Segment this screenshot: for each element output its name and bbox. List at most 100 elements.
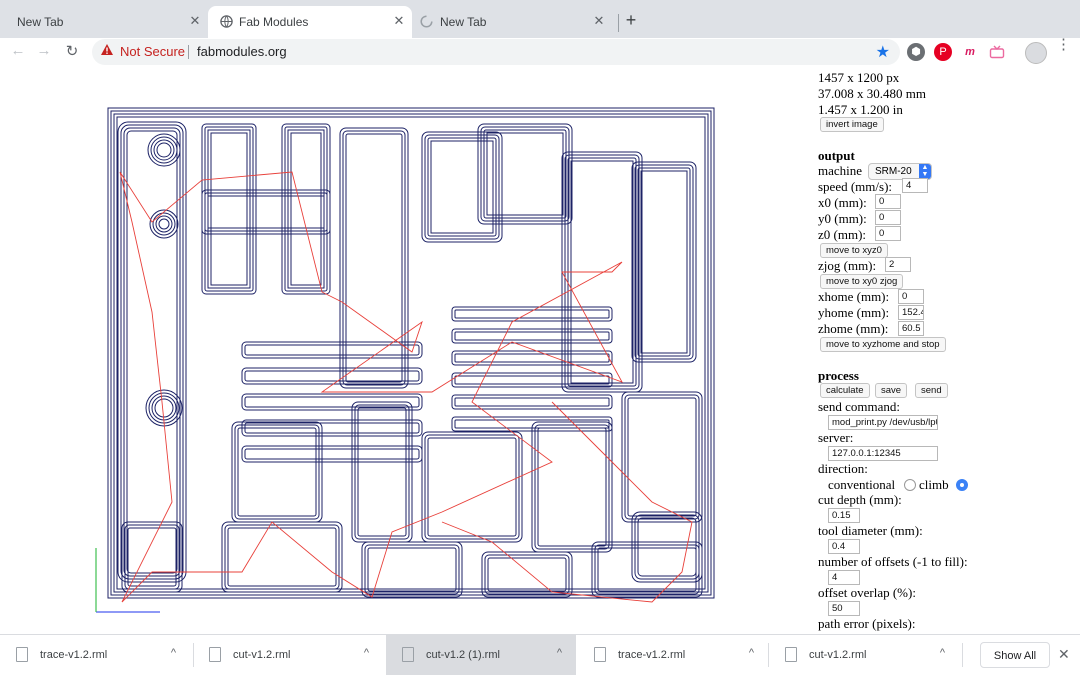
toolpath-trace bbox=[237, 427, 317, 517]
conventional-label: conventional bbox=[828, 477, 896, 492]
tool-diameter-input[interactable]: 0.4 bbox=[828, 539, 860, 554]
pinterest-icon[interactable]: P bbox=[934, 43, 952, 61]
x0-input[interactable]: 0 bbox=[875, 194, 901, 209]
tab-new-tab-2[interactable]: New Tab ✕ bbox=[414, 6, 618, 38]
overlap-input[interactable]: 50 bbox=[828, 601, 860, 616]
move-to-xyzhome-button[interactable]: move to xyzhome and stop bbox=[820, 337, 946, 352]
close-icon[interactable]: ✕ bbox=[391, 13, 407, 29]
toolpath-trace bbox=[201, 123, 257, 295]
speed-input[interactable]: 4 bbox=[902, 178, 928, 193]
bookmark-star-icon[interactable]: ★ bbox=[876, 42, 890, 62]
send-command-input[interactable]: mod_print.py /dev/usb/lp0 bbox=[828, 415, 938, 430]
cut-depth-input[interactable]: 0.15 bbox=[828, 508, 860, 523]
address-bar[interactable]: Not Secure fabmodules.org ★ bbox=[92, 39, 900, 65]
file-icon bbox=[594, 647, 606, 662]
toolpath-trace bbox=[201, 189, 331, 235]
invert-image-button[interactable]: invert image bbox=[820, 117, 884, 132]
send-button[interactable]: send bbox=[915, 383, 948, 398]
speed-label: speed (mm/s): bbox=[818, 179, 893, 194]
download-filename: trace-v1.2.rml bbox=[618, 649, 686, 661]
y0-label: y0 (mm): bbox=[818, 211, 867, 226]
toolpath-trace bbox=[481, 551, 573, 598]
move-to-xy0-zjog-button[interactable]: move to xy0 zjog bbox=[820, 274, 904, 289]
download-item[interactable]: trace-v1.2.rml ^ bbox=[578, 635, 768, 675]
tab-fab-modules[interactable]: Fab Modules ✕ bbox=[208, 6, 412, 38]
chevron-up-icon[interactable]: ^ bbox=[940, 647, 945, 659]
toolpath-trace bbox=[451, 372, 613, 388]
z0-label: z0 (mm): bbox=[818, 227, 867, 242]
toolpath-trace bbox=[244, 370, 420, 382]
close-icon[interactable]: ✕ bbox=[591, 13, 607, 29]
url-text[interactable]: fabmodules.org bbox=[197, 44, 287, 59]
extension-hexagon-icon[interactable]: ⬢ bbox=[907, 43, 925, 61]
toolpath-trace bbox=[421, 131, 503, 243]
toolpath-trace bbox=[367, 547, 457, 592]
security-label[interactable]: Not Secure bbox=[120, 44, 185, 59]
extension-tv-icon[interactable] bbox=[988, 43, 1006, 61]
toolpath-trace bbox=[221, 521, 343, 593]
toolpath-trace bbox=[207, 129, 251, 289]
pad-trace bbox=[155, 215, 173, 233]
page-content: size 1457 x 1200 px 37.008 x 30.480 mm 1… bbox=[0, 66, 1080, 634]
toolpath-trace bbox=[424, 434, 520, 540]
offsets-input[interactable]: 4 bbox=[828, 570, 860, 585]
toolpath-trace bbox=[364, 544, 460, 595]
close-icon[interactable]: ✕ bbox=[187, 13, 203, 29]
yhome-input[interactable]: 152.4 bbox=[898, 305, 924, 320]
tab-new-tab-1[interactable]: New Tab ✕ bbox=[4, 6, 208, 38]
back-arrow-icon[interactable]: ← bbox=[8, 42, 28, 59]
download-item[interactable]: cut-v1.2 (1).rml ^ bbox=[386, 635, 576, 675]
reload-icon[interactable]: ↻ bbox=[62, 42, 82, 60]
new-tab-button[interactable]: + bbox=[622, 10, 640, 31]
toolpath-trace bbox=[281, 123, 331, 295]
chevron-up-icon[interactable]: ^ bbox=[557, 647, 562, 659]
download-item[interactable]: cut-v1.2.rml ^ bbox=[193, 635, 383, 675]
show-all-button[interactable]: Show All bbox=[980, 642, 1050, 668]
file-icon bbox=[785, 647, 797, 662]
machine-value: SRM-20 bbox=[875, 166, 912, 177]
save-button[interactable]: save bbox=[875, 383, 908, 398]
pad-trace bbox=[151, 395, 177, 421]
size-px: 1457 x 1200 px bbox=[818, 70, 900, 85]
zjog-input[interactable]: 2 bbox=[885, 257, 911, 272]
download-item[interactable]: cut-v1.2.rml ^ bbox=[769, 635, 959, 675]
file-icon bbox=[16, 647, 28, 662]
warning-icon[interactable] bbox=[100, 43, 114, 56]
z0-input[interactable]: 0 bbox=[875, 226, 901, 241]
toolpath-trace bbox=[290, 132, 322, 286]
chevron-up-icon[interactable]: ^ bbox=[364, 647, 369, 659]
tab-title: New Tab bbox=[17, 15, 64, 29]
tab-title: New Tab bbox=[440, 15, 487, 29]
toolpath-trace bbox=[487, 557, 567, 592]
move-to-xyz0-button[interactable]: move to xyz0 bbox=[820, 243, 888, 258]
toolpath-trace bbox=[287, 129, 325, 289]
chevron-up-icon[interactable]: ^ bbox=[171, 647, 176, 659]
chevron-up-icon[interactable]: ^ bbox=[749, 647, 754, 659]
toolpath-trace bbox=[231, 421, 323, 523]
file-icon bbox=[209, 647, 221, 662]
pad-trace bbox=[147, 133, 181, 167]
server-input[interactable]: 127.0.0.1:12345 bbox=[828, 446, 938, 461]
toolpath-trace bbox=[210, 132, 248, 286]
toolpath-trace bbox=[227, 527, 337, 587]
climb-label: climb bbox=[919, 477, 949, 492]
y0-input[interactable]: 0 bbox=[875, 210, 901, 225]
calculate-button[interactable]: calculate bbox=[820, 383, 870, 398]
pad-trace bbox=[150, 136, 178, 164]
conventional-radio[interactable] bbox=[904, 479, 916, 491]
toolpath-preview bbox=[95, 107, 715, 613]
omnibox-separator bbox=[188, 45, 189, 59]
download-item[interactable]: trace-v1.2.rml ^ bbox=[0, 635, 190, 675]
close-shelf-icon[interactable]: ✕ bbox=[1058, 646, 1070, 663]
menu-dots-icon[interactable]: ⋮ bbox=[1056, 37, 1071, 52]
toolpath-trace bbox=[207, 195, 325, 229]
zhome-input[interactable]: 60.5 bbox=[898, 321, 924, 336]
xhome-input[interactable]: 0 bbox=[898, 289, 924, 304]
forward-arrow-icon[interactable]: → bbox=[34, 42, 54, 59]
pad-trace bbox=[158, 218, 170, 230]
browser-toolbar: ← → ↻ Not Secure fabmodules.org ★ ⬢ P m bbox=[0, 38, 1080, 66]
server-label: server: bbox=[818, 430, 854, 445]
extension-m-icon[interactable]: m bbox=[961, 43, 979, 61]
climb-radio[interactable] bbox=[956, 479, 968, 491]
profile-avatar[interactable] bbox=[1025, 42, 1047, 64]
